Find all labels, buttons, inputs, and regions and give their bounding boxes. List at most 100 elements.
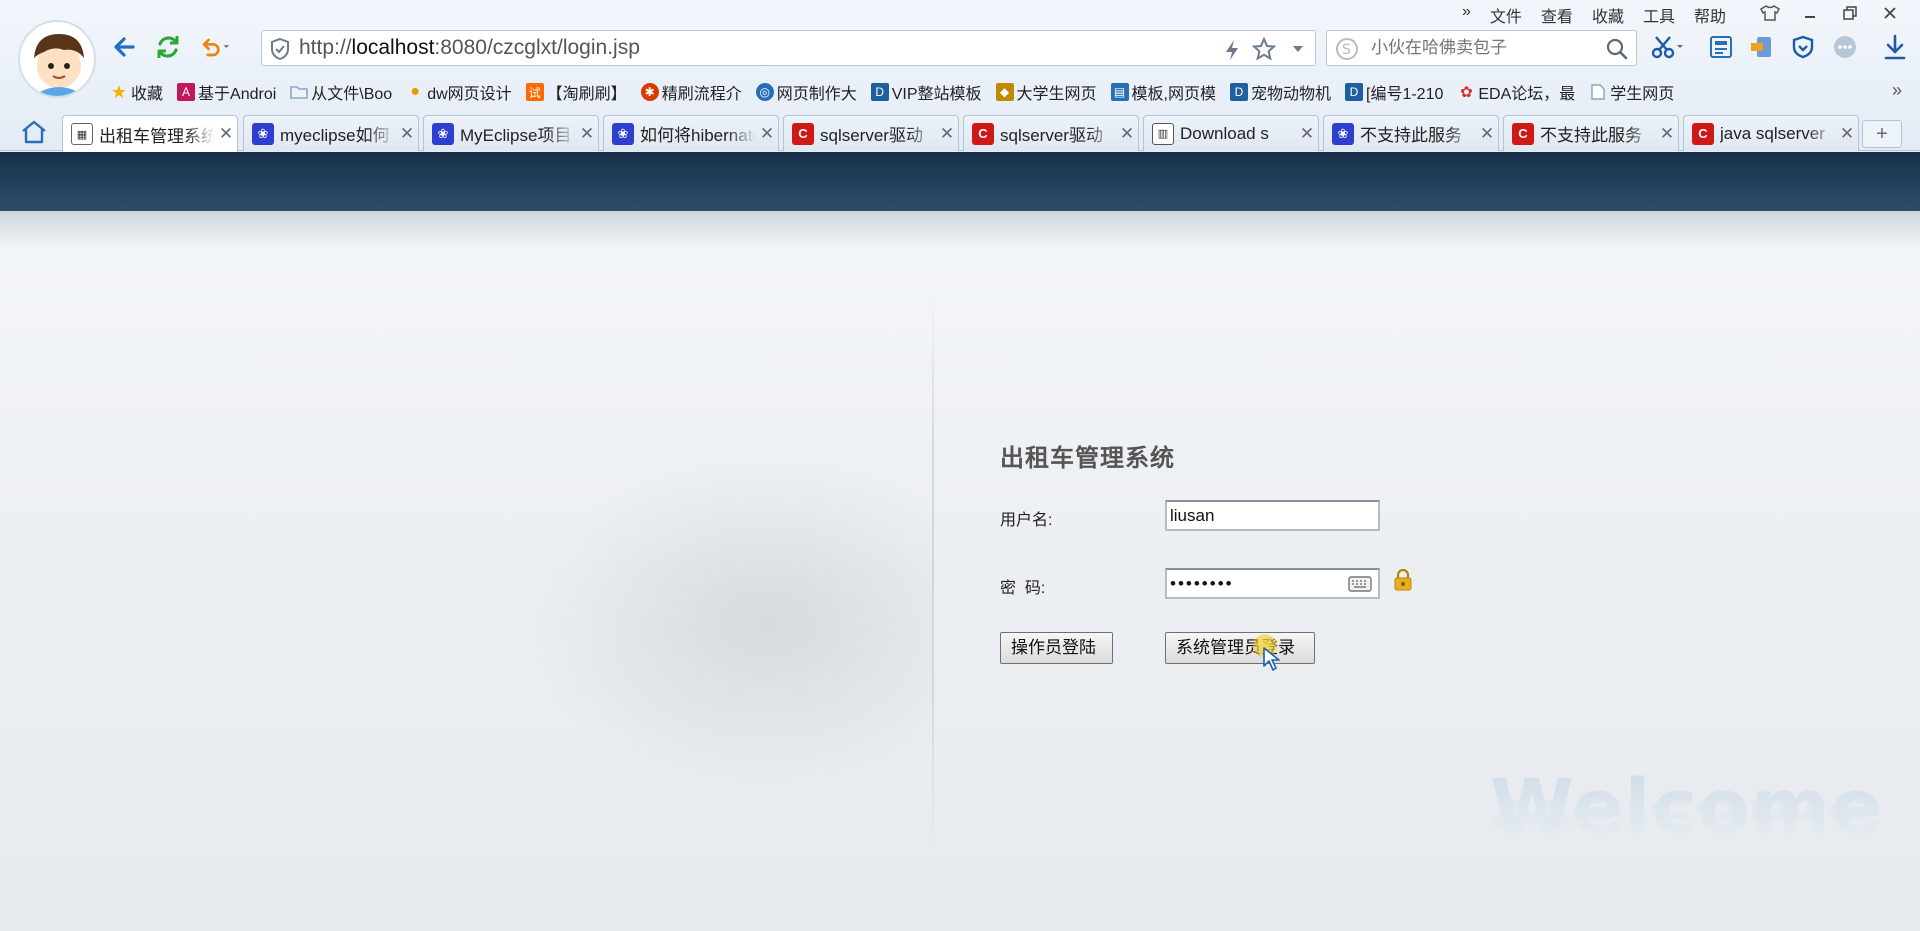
baidu-paw-icon: ❀ [612,122,634,145]
bookmark-item[interactable]: ◎ 网页制作大 [755,80,857,104]
back-arrow-icon [114,37,135,57]
bookmark-item[interactable]: D 宠物动物机 [1229,80,1331,104]
bookmark-item[interactable]: D VIP整站模板 [870,80,982,104]
folder-icon [290,83,309,101]
chevron-down-icon[interactable] [1292,45,1304,53]
minimize-button[interactable] [1790,0,1830,26]
search-engine-icon[interactable]: S [1335,37,1359,61]
minimize-icon [1805,16,1815,18]
undo-close-button[interactable] [197,31,229,63]
bookmark-item[interactable]: 试【淘刷刷】 [525,80,627,104]
tab-close-icon[interactable]: ✕ [215,124,237,144]
bookmark-item[interactable]: A 基于Androi [177,80,276,104]
vertical-divider [932,292,934,852]
page-icon [1589,83,1607,101]
bookmark-item[interactable]: ◆ 大学生网页 [995,80,1097,104]
tab-item[interactable]: ❀ 如何将hibernate ✕ [603,115,779,151]
baidu-paw-icon: ❀ [432,122,454,145]
tab-label: sqlserver驱动 [1000,126,1103,145]
bookmark-item[interactable]: ● dw网页设计 [406,80,511,104]
extension-icon[interactable] [1749,35,1773,59]
bookmark-favorites[interactable]: ★ 收藏 [110,80,163,104]
tab-item[interactable]: ❀ MyEclipse项目 ✕ [423,115,599,151]
csdn-c-icon: C [1692,122,1714,145]
menu-view[interactable]: 查看 [1541,3,1573,27]
d-logo-icon: D [1229,83,1248,101]
bookmark-item[interactable]: D [编号1-210 [1345,80,1443,104]
url-text[interactable]: http://localhost:8080/czcglxt/login.jsp [299,36,640,60]
address-bar[interactable]: http://localhost:8080/czcglxt/login.jsp [261,30,1316,66]
star-bookmark-icon[interactable] [1252,37,1276,61]
username-field[interactable]: liusan [1165,500,1380,531]
menu-file[interactable]: 文件 [1490,3,1522,27]
tab-close-icon[interactable]: ✕ [576,124,598,144]
tab-close-icon[interactable]: ✕ [1836,124,1858,144]
bookmark-label: 模板,网页模 [1131,86,1216,103]
bookmark-label: 【淘刷刷】 [546,86,627,103]
home-icon[interactable] [20,119,48,145]
tab-item[interactable]: C sqlserver驱动 ✕ [963,115,1139,151]
menu-tools[interactable]: 工具 [1643,3,1675,27]
tab-close-icon[interactable]: ✕ [1116,124,1138,144]
csdn-c-icon: C [792,122,814,145]
bookmark-item[interactable]: ✿ EDA论坛，最 [1457,80,1575,104]
security-shield-icon[interactable] [1791,35,1815,59]
search-icon[interactable] [1606,38,1628,60]
tab-item[interactable]: ❀ myeclipse如何 ✕ [243,115,419,151]
tab-label: Download s [1180,123,1269,143]
search-bar[interactable]: S [1326,30,1637,66]
download-icon[interactable] [1883,34,1907,60]
tab-close-icon[interactable]: ✕ [396,124,418,144]
skin-button[interactable] [1750,0,1790,26]
bookmark-item[interactable]: ✱ 精刷流程介 [640,80,742,104]
back-button[interactable] [108,31,140,63]
bookmark-folder[interactable]: 从文件\Boo [290,80,392,104]
bookmark-site-icon: A [177,83,196,101]
baidu-paw-icon: ❀ [1332,122,1354,145]
lightning-icon[interactable] [1224,39,1240,61]
bookmark-item[interactable]: ▤ 模板,网页模 [1110,80,1216,104]
mouse-cursor-icon [1263,647,1280,671]
bookmark-item[interactable]: 学生网页 [1589,80,1674,104]
bookmarks-overflow-button[interactable]: » [1892,80,1902,101]
tab-close-icon[interactable]: ✕ [936,124,958,144]
star-icon: ★ [110,81,128,102]
restore-button[interactable] [1830,0,1870,26]
menu-expand[interactable]: » [1462,3,1471,27]
tab-close-icon[interactable]: ✕ [1656,124,1678,144]
tab-item[interactable]: C 不支持此服务 ✕ [1503,115,1679,151]
bookmark-label: VIP整站模板 [891,86,982,103]
tab-item[interactable]: C java sqlserver ✕ [1683,115,1859,151]
tab-close-icon[interactable]: ✕ [1296,124,1318,144]
tab-label: java sqlserver [1720,123,1825,143]
browser-chrome: http://localhost:8080/czcglxt/login.jsp … [0,0,1920,152]
tab-taxi-system[interactable]: ▦ 出租车管理系统 ✕ [62,115,238,152]
operator-login-button[interactable]: 操作员登陆 [1000,632,1113,664]
more-options-icon[interactable] [1833,35,1857,59]
keyboard-icon[interactable] [1348,576,1372,592]
user-avatar[interactable] [18,20,96,98]
menu-favorites[interactable]: 收藏 [1592,3,1624,27]
tab-close-icon[interactable]: ✕ [1476,124,1498,144]
header-band [0,152,1920,211]
url-scheme: http:// [299,36,352,59]
tab-item[interactable]: C sqlserver驱动 ✕ [783,115,959,151]
tab-item[interactable]: ▥ Download s ✕ [1143,115,1319,151]
bookmark-label: [编号1-210 [1366,86,1444,103]
tab-label: 不支持此服务 [1360,126,1462,145]
search-input[interactable] [1371,38,1591,58]
page-viewport: Welcome Welcome 出租车管理系统 用户名: liusan 密 码:… [0,152,1920,931]
password-label: 密 码: [1000,580,1046,597]
new-tab-button[interactable]: + [1862,120,1902,148]
menu-help[interactable]: 帮助 [1694,3,1726,27]
refresh-button[interactable] [152,31,184,63]
tab-close-icon[interactable]: ✕ [756,124,778,144]
admin-login-button[interactable]: 系统管理员登录 [1165,632,1315,664]
tools-scissors-icon[interactable] [1650,34,1686,60]
password-field[interactable]: •••••••• [1165,568,1380,599]
bookmark-label: 精刷流程介 [661,86,742,103]
tab-strip: ▦ 出租车管理系统 ✕ ❀ myeclipse如何 ✕ ❀ MyEclipse项… [0,113,1920,152]
reader-icon[interactable] [1709,35,1733,59]
close-window-button[interactable] [1870,0,1910,26]
tab-item[interactable]: ❀ 不支持此服务 ✕ [1323,115,1499,151]
